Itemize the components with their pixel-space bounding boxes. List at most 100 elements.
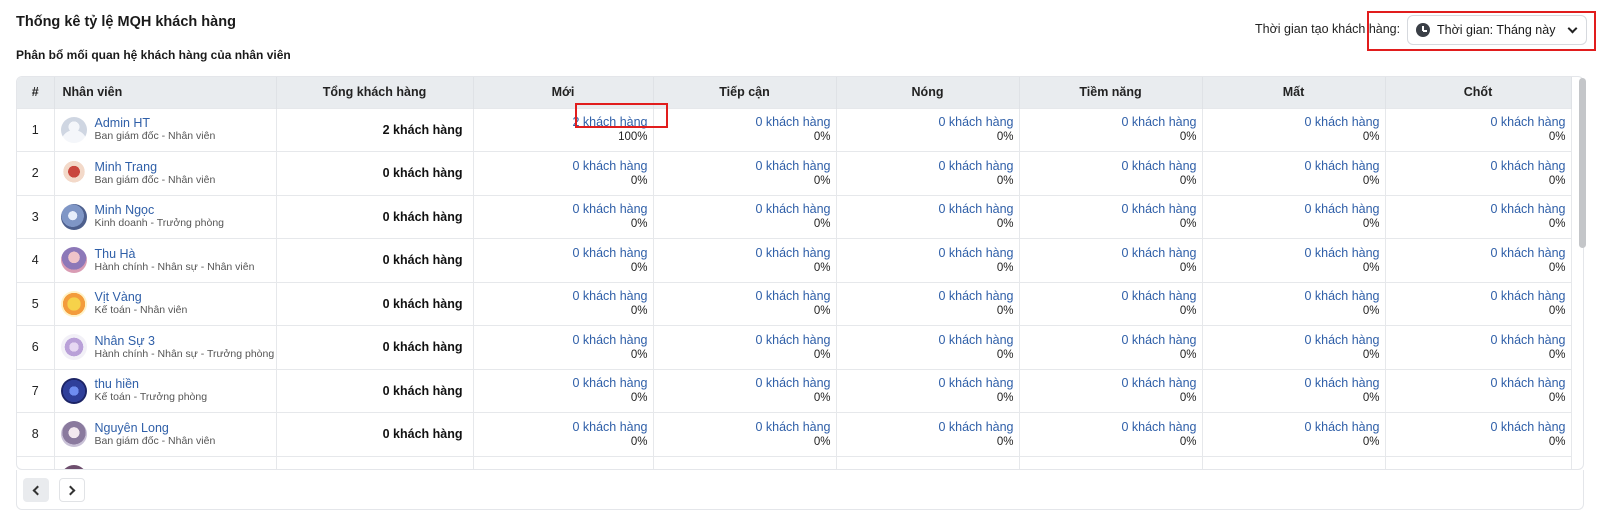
stat-percent: 0%: [996, 348, 1014, 361]
stat-count-link[interactable]: 0 khách hàng: [837, 159, 1013, 174]
stat-cell-potential: 0 khách hàng 0%: [1019, 238, 1203, 282]
stat-count-link[interactable]: 0 khách hàng: [1203, 202, 1379, 217]
scrollbar-thumb[interactable]: [1579, 78, 1586, 248]
column-header: Chốt: [1385, 77, 1572, 108]
stat-count-link[interactable]: 0 khách hàng: [837, 376, 1013, 391]
next-page-button[interactable]: [59, 478, 85, 502]
employee-name-link[interactable]: Thu Hà: [95, 247, 255, 261]
stat-count-link[interactable]: 0 khách hàng: [1203, 376, 1379, 391]
stat-cell-potential: 0 khách hàng 0%: [1019, 412, 1203, 456]
column-header: Tiếp cận: [653, 77, 837, 108]
table-row: 7 thu hiền Kế toán - Trưởng phòng 0 khác…: [17, 368, 1572, 413]
stat-percent: 0%: [1362, 174, 1380, 187]
stat-percent: 0%: [996, 174, 1014, 187]
stat-count-link[interactable]: 0 khách hàng: [474, 289, 647, 304]
stat-count-link[interactable]: 0 khách hàng: [654, 333, 830, 348]
employee-role: Ban giám đốc - Nhân viên: [94, 173, 216, 186]
employee-name-link[interactable]: thu hiền: [95, 377, 208, 391]
stat-count-link[interactable]: 0 khách hàng: [1203, 289, 1379, 304]
stat-cell-lost: 0 khách hàng 0%: [1202, 238, 1386, 282]
employee-name-link[interactable]: Nhân Sự 3: [95, 334, 275, 348]
stat-count-link[interactable]: 0 khách hàng: [474, 202, 647, 217]
stat-count-link[interactable]: 0 khách hàng: [837, 202, 1013, 217]
stat-count-link[interactable]: 0 khách hàng: [1020, 246, 1196, 261]
employee-name-link[interactable]: Vịt Vàng: [95, 290, 188, 304]
stat-cell-new: 0 khách hàng 0%: [473, 238, 654, 282]
stat-count-link[interactable]: 0 khách hàng: [1020, 289, 1196, 304]
stat-count-link[interactable]: 0 khách hàng: [654, 376, 830, 391]
stat-count-link[interactable]: 0 khách hàng: [1386, 289, 1565, 304]
stat-count-link[interactable]: 0 khách hàng: [1020, 159, 1196, 174]
column-header: Tiềm năng: [1019, 77, 1203, 108]
stat-count-link[interactable]: 0 khách hàng: [474, 376, 647, 391]
stat-count-link[interactable]: 0 khách hàng: [474, 159, 647, 174]
stat-count-link[interactable]: 0 khách hàng: [837, 420, 1013, 435]
stats-table: # Nhân viên Tổng khách hàng Mới Tiếp cận Nóng…: [17, 77, 1572, 469]
stat-count-link[interactable]: 0 khách hàng: [837, 246, 1013, 261]
stat-count-link[interactable]: 0 khách hàng: [654, 159, 830, 174]
stat-cell-potential: 0 khách hàng 0%: [1019, 281, 1203, 326]
stat-count-link[interactable]: 0 khách hàng: [1386, 246, 1565, 261]
employee-info: Vịt Vàng Kế toán - Nhân viên: [60, 290, 276, 317]
employee-name-link[interactable]: Minh Trang: [95, 160, 216, 174]
employee-name-link[interactable]: Minh Ngọc: [95, 203, 225, 217]
stat-count-link[interactable]: 0 khách hàng: [654, 115, 830, 130]
stat-percent: 0%: [1362, 305, 1380, 318]
stat-count-link[interactable]: 0 khách hàng: [1203, 159, 1379, 174]
stat-count-link[interactable]: 0 khách hàng: [654, 420, 830, 435]
employee-info: Nhân Sự 3 Hành chính - Nhân sự - Trưởng …: [60, 334, 276, 361]
stat-cell-lost: 0 khách hàng 0%: [1202, 194, 1386, 239]
stat-cell-approach: 0 khách hàng 0%: [653, 194, 837, 239]
stat-cell-closed: 0 khách hàng 0%: [1385, 281, 1572, 326]
stat-cell-approach: 0 khách hàng: [653, 455, 837, 469]
stat-count-link[interactable]: 0 khách hàng: [1020, 202, 1196, 217]
stat-count-link[interactable]: 0 khách hàng: [1203, 333, 1379, 348]
stat-count-link[interactable]: 0 khách hàng: [654, 246, 830, 261]
stat-cell-closed: 0 khách hàng 0%: [1385, 412, 1572, 456]
stat-count-link[interactable]: 0 khách hàng: [1386, 159, 1565, 174]
stat-percent: 0%: [1548, 131, 1566, 144]
employee-name-link[interactable]: Admin HT: [95, 116, 216, 130]
stat-cell-hot: 0 khách hàng 0%: [836, 368, 1020, 413]
total-customers: 2 khách hàng: [276, 107, 474, 152]
row-index: 5: [17, 281, 55, 326]
stat-percent: 0%: [813, 305, 831, 318]
stat-percent: 0%: [1548, 305, 1566, 318]
stat-cell-lost: 0 khách hàng 0%: [1202, 412, 1386, 456]
employee-cell: thu hiền Kế toán - Trưởng phòng: [54, 368, 277, 413]
stat-cell-hot: 0 khách hàng 0%: [836, 194, 1020, 239]
stat-cell-hot: 0 khách hàng: [836, 455, 1020, 469]
stat-count-link[interactable]: 0 khách hàng: [1020, 333, 1196, 348]
stat-cell-approach: 0 khách hàng 0%: [653, 151, 837, 195]
stat-count-link[interactable]: 0 khách hàng: [1386, 333, 1565, 348]
stat-count-link[interactable]: 0 khách hàng: [1203, 115, 1379, 130]
avatar: [60, 421, 87, 448]
stat-count-link[interactable]: 0 khách hàng: [1020, 115, 1196, 130]
stat-count-link[interactable]: 0 khách hàng: [1203, 246, 1379, 261]
vertical-scrollbar[interactable]: [1579, 76, 1586, 470]
stat-count-link[interactable]: 0 khách hàng: [837, 115, 1013, 130]
column-header: Tổng khách hàng: [276, 77, 474, 108]
stat-count-link[interactable]: 0 khách hàng: [474, 246, 647, 261]
stat-count-link[interactable]: 0 khách hàng: [837, 289, 1013, 304]
stat-count-link[interactable]: 0 khách hàng: [1386, 376, 1565, 391]
stat-cell-hot: 0 khách hàng 0%: [836, 238, 1020, 282]
stat-count-link[interactable]: 0 khách hàng: [1386, 202, 1565, 217]
prev-page-button[interactable]: [23, 478, 49, 502]
stat-count-link[interactable]: 0 khách hàng: [1020, 376, 1196, 391]
stat-count-link[interactable]: 0 khách hàng: [654, 202, 830, 217]
employee-name-link[interactable]: Nguyên Long: [95, 421, 216, 435]
stat-count-link[interactable]: 0 khách hàng: [837, 333, 1013, 348]
stat-count-link[interactable]: 0 khách hàng: [1386, 115, 1565, 130]
stat-count-link[interactable]: 0 khách hàng: [1386, 420, 1565, 435]
employee-cell: Nhân Sự 3 Hành chính - Nhân sự - Trưởng …: [54, 325, 277, 369]
stat-percent: 0%: [1362, 435, 1380, 448]
stat-percent: 0%: [1179, 131, 1197, 144]
stat-count-link[interactable]: 0 khách hàng: [1203, 420, 1379, 435]
stat-count-link[interactable]: 0 khách hàng: [1020, 420, 1196, 435]
stat-cell-potential: 0 khách hàng 0%: [1019, 194, 1203, 239]
stat-count-link[interactable]: 0 khách hàng: [474, 333, 647, 348]
stat-count-link[interactable]: 0 khách hàng: [474, 420, 647, 435]
stat-count-link[interactable]: 0 khách hàng: [654, 289, 830, 304]
stat-percent: 0%: [1362, 218, 1380, 231]
